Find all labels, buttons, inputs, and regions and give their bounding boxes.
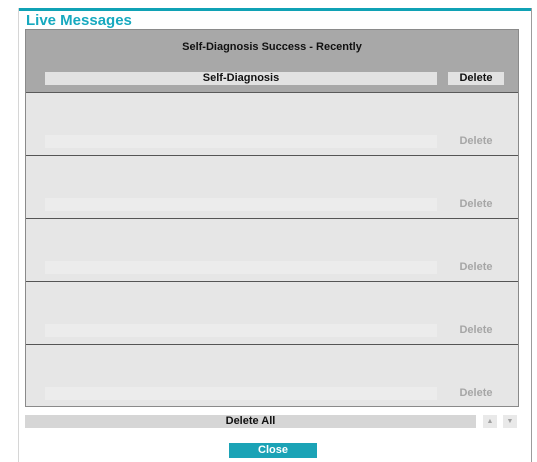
message-slot-text (45, 135, 437, 148)
live-messages-dialog: Live Messages Self-Diagnosis Success - R… (0, 0, 537, 462)
message-slot: Delete (26, 282, 518, 345)
panel-header-title: Self-Diagnosis Success - Recently (182, 41, 362, 53)
slot-delete-button: Delete (459, 324, 493, 336)
chevron-down-icon[interactable]: ▼ (503, 415, 517, 428)
chevron-up-icon[interactable]: ▲ (483, 415, 497, 428)
panel-header: Self-Diagnosis Success - Recently Self-D… (26, 30, 518, 94)
message-slot: Delete (26, 219, 518, 282)
title-accent-bar (18, 8, 531, 11)
message-slot: Delete (26, 156, 518, 219)
header-delete-button[interactable]: Delete (448, 72, 504, 85)
dialog-right-border (531, 8, 532, 462)
message-slot-text (45, 387, 437, 400)
dialog-title: Live Messages (26, 12, 132, 29)
message-slot: Delete (26, 345, 518, 406)
close-button[interactable]: Close (229, 443, 317, 458)
dialog-left-border (18, 8, 19, 462)
column-header-self-diagnosis: Self-Diagnosis (45, 72, 437, 85)
messages-panel: Self-Diagnosis Success - Recently Self-D… (25, 29, 519, 407)
message-slot: Delete (26, 93, 518, 156)
slot-delete-button: Delete (459, 261, 493, 273)
message-slot-text (45, 261, 437, 274)
message-slot-text (45, 324, 437, 337)
message-slot-text (45, 198, 437, 211)
slot-delete-button: Delete (459, 198, 493, 210)
slot-delete-button: Delete (459, 135, 493, 147)
slot-delete-button: Delete (459, 387, 493, 399)
delete-all-button[interactable]: Delete All (25, 415, 476, 428)
